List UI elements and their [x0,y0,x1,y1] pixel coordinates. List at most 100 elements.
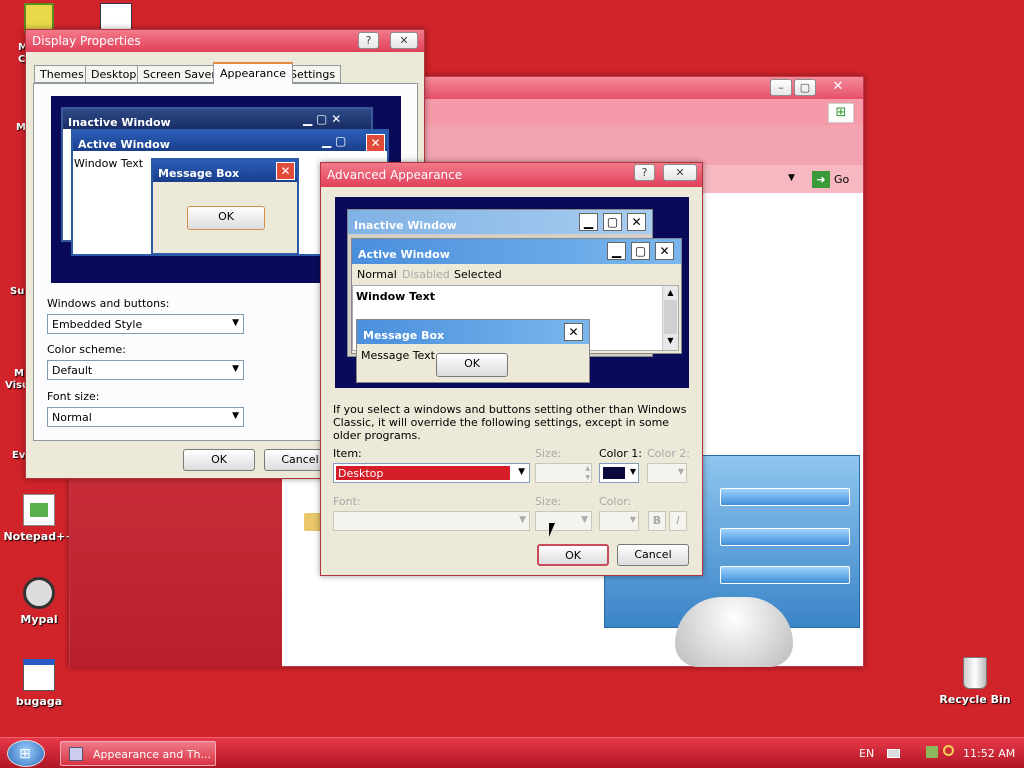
language-indicator[interactable]: EN [859,747,874,760]
close-button[interactable]: ✕ [818,79,858,96]
minimize-button[interactable]: – [770,79,792,96]
taskbar-task-button[interactable]: Appearance and Th... [60,741,216,766]
preview-close-icon: ✕ [366,134,385,152]
mouse-cursor-icon [549,523,555,537]
size-spinner[interactable]: ▲ ▼ [535,463,592,483]
search-tray-icon[interactable] [943,745,954,756]
scroll-up-icon: ▲ [667,288,674,297]
desktop-icon-mypal[interactable]: Mypal [1,577,77,626]
desktop-icon-bugaga[interactable]: bugaga [1,659,77,708]
preview-msgbox-close-icon: ✕ [564,323,583,341]
raccoon-icon [23,577,55,609]
windows-logo-icon: ⊞ [19,746,31,762]
preview-menu-disabled: Disabled [402,268,450,281]
chevron-down-icon: ▼ [518,467,525,477]
preview-active-controls: ▁ ▢ [322,134,347,148]
item-select-value: Desktop [336,466,510,480]
font-size-select[interactable]: ▼ [535,511,592,531]
font-color-label: Color: [599,495,632,508]
desktop-label-cut: Ev [12,450,26,461]
cancel-button[interactable]: Cancel [617,544,689,566]
windows-buttons-label: Windows and buttons: [47,297,170,310]
desktop-label-cut: M [14,368,24,379]
preview-min-icon: ▁ [579,213,598,231]
preview-msgbox-title: Message Box [158,167,240,180]
size-label: Size: [535,447,562,460]
taskbar-task-label: Appearance and Th... [93,748,211,761]
preview-close-icon: ✕ [627,213,646,231]
desktop-icon-recycle-bin[interactable]: Recycle Bin [937,657,1013,706]
color1-swatch [603,467,625,479]
keyboard-icon[interactable] [887,749,900,758]
font-select[interactable]: ▼ [333,511,530,531]
preview-window-text: Window Text [74,157,144,170]
font-size-select[interactable]: Normal ▼ [47,407,244,427]
ok-button[interactable]: OK [537,544,609,566]
tab-desktop[interactable]: Desktop [85,65,143,83]
preview-window-text: Window Text [356,290,436,303]
preview-menu-normal: Normal [357,268,397,281]
close-button[interactable]: ✕ [663,164,697,181]
chevron-down-icon: ▼ [629,467,636,476]
notepadpp-icon [23,494,55,526]
tab-screen-saver[interactable]: Screen Saver [137,65,222,83]
color1-label: Color 1: [599,447,642,460]
chevron-down-icon: ▼ [232,411,239,421]
color2-picker[interactable]: ▼ [647,463,687,483]
appearance-art-bar [720,488,850,506]
recycle-bin-icon [963,657,987,689]
close-button[interactable]: ✕ [390,32,418,49]
preview-ok-button: OK [436,353,508,377]
tab-themes[interactable]: Themes [34,65,90,83]
color-scheme-select[interactable]: Default ▼ [47,360,244,380]
monitor-stand-icon [675,597,793,667]
preview-message-text: Message Text [361,349,435,362]
desktop-icon-notepadpp[interactable]: Notepad++ [1,494,77,543]
select-value: Embedded Style [52,318,143,331]
dialog-title: Display Properties [32,34,141,48]
appearance-art-bar [720,566,850,584]
desktop-icon-label: Notepad++ [3,530,75,543]
clock[interactable]: 11:52 AM [963,747,1015,760]
chevron-down-icon: ▼ [629,515,636,524]
preview-menu-selected: Selected [454,268,502,281]
dialog-title: Advanced Appearance [327,168,463,182]
font-label: Font: [333,495,361,508]
maximize-button[interactable]: ▢ [794,79,816,96]
address-dropdown-arrow[interactable]: ▼ [788,173,795,183]
desktop-icon-label: Mypal [20,613,58,626]
color1-picker[interactable]: ▼ [599,463,639,483]
help-button[interactable]: ? [634,164,655,181]
appearance-task-icon [69,747,83,761]
preview-inactive-controls: ▁ ▢ ✕ [303,112,342,126]
tab-appearance[interactable]: Appearance [213,62,294,84]
go-button-label[interactable]: Go [834,173,849,186]
bg-left-pane [70,472,282,667]
preview-msgbox-title: Message Box [363,329,445,342]
chevron-down-icon: ▼ [232,318,239,328]
select-value: Default [52,364,93,377]
network-tray-icon[interactable] [926,746,938,758]
font-color-picker[interactable]: ▼ [599,511,639,531]
preview-active-title: Active Window [78,138,170,151]
preview-close-icon: ✕ [655,242,674,260]
windows-buttons-select[interactable]: Embedded Style ▼ [47,314,244,334]
bold-button[interactable]: B [648,511,666,531]
advanced-appearance-dialog[interactable]: Advanced Appearance ? ✕ Inactive Window … [320,162,703,576]
preview-max-icon: ▢ [603,213,622,231]
color2-label: Color 2: [647,447,690,460]
item-select[interactable]: Desktop ▼ [333,463,530,483]
desktop-icon-label: bugaga [15,695,63,708]
italic-button[interactable]: I [669,511,687,531]
help-button[interactable]: ? [358,32,379,49]
start-button[interactable]: ⊞ [7,740,45,767]
go-arrow-icon[interactable]: ➜ [812,171,830,188]
desktop-icon-label: Recycle Bin [939,693,1011,706]
preview-ok-button: OK [187,206,265,230]
chevron-down-icon: ▼ [519,515,526,525]
scroll-down-icon: ▼ [667,336,674,345]
preview-msgbox-close-icon: ✕ [276,162,295,180]
preview-active-title: Active Window [358,248,450,261]
ok-button[interactable]: OK [183,449,255,471]
chevron-down-icon: ▼ [232,364,239,374]
